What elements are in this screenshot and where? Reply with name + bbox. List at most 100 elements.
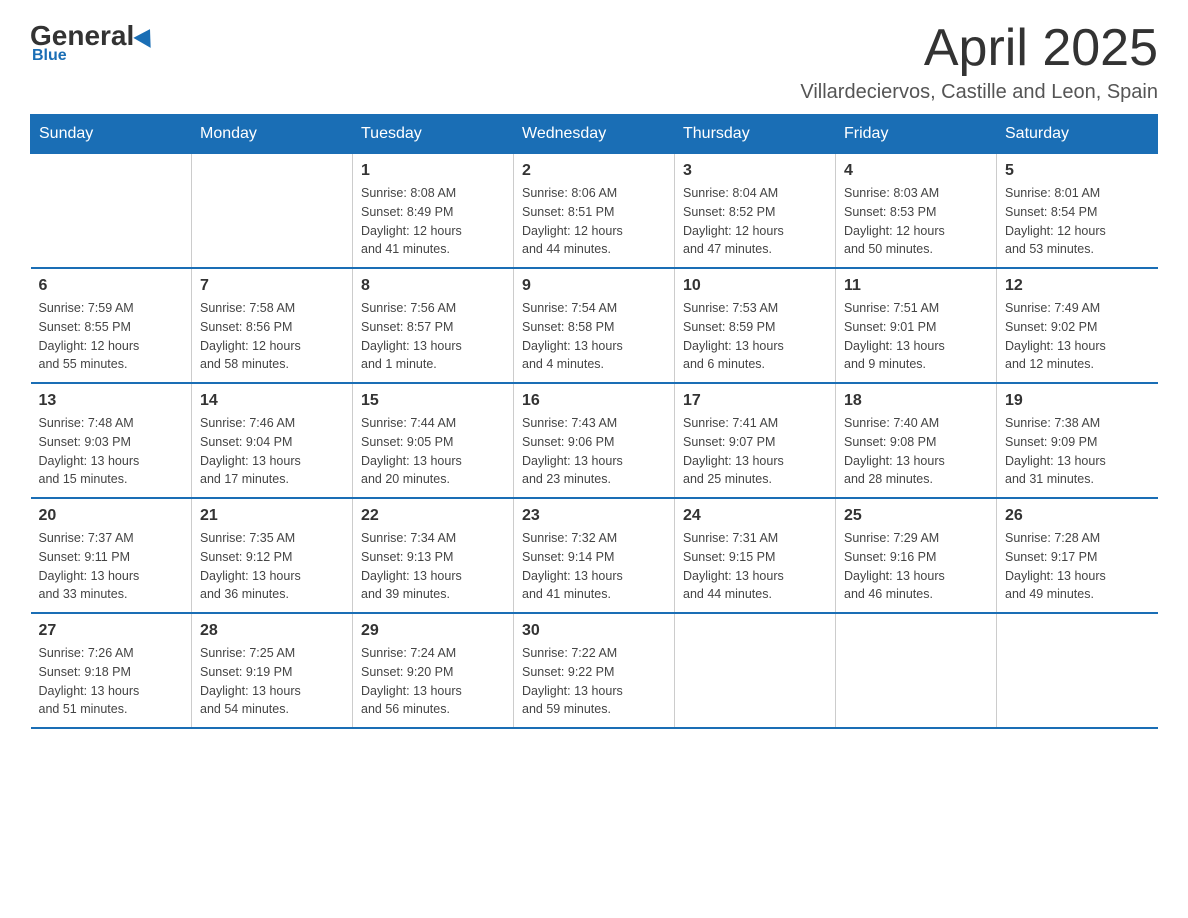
calendar-body: 1 Sunrise: 8:08 AM Sunset: 8:49 PM Daylig… [31,154,1158,729]
day-info: Sunrise: 7:28 AM Sunset: 9:17 PM Dayligh… [1005,529,1150,604]
week-row-1: 1 Sunrise: 8:08 AM Sunset: 8:49 PM Daylig… [31,154,1158,269]
day-number: 28 [200,622,344,640]
calendar-cell-w1-d1 [31,154,192,269]
col-monday: Monday [192,115,353,154]
day-info: Sunrise: 7:37 AM Sunset: 9:11 PM Dayligh… [39,529,184,604]
day-number: 1 [361,162,505,180]
calendar-cell-w1-d3: 1 Sunrise: 8:08 AM Sunset: 8:49 PM Daylig… [353,154,514,269]
col-friday: Friday [836,115,997,154]
day-number: 14 [200,392,344,410]
day-number: 9 [522,277,666,295]
day-info: Sunrise: 8:06 AM Sunset: 8:51 PM Dayligh… [522,184,666,259]
calendar-cell-w1-d2 [192,154,353,269]
calendar-cell-w3-d4: 16 Sunrise: 7:43 AM Sunset: 9:06 PM Dayli… [514,383,675,498]
day-info: Sunrise: 7:43 AM Sunset: 9:06 PM Dayligh… [522,414,666,489]
calendar-cell-w3-d5: 17Sunrise: 7:41 AM Sunset: 9:07 PM Dayli… [675,383,836,498]
calendar-cell-w1-d6: 4Sunrise: 8:03 AM Sunset: 8:53 PM Daylig… [836,154,997,269]
day-info: Sunrise: 8:08 AM Sunset: 8:49 PM Dayligh… [361,184,505,259]
calendar-cell-w2-d6: 11 Sunrise: 7:51 AM Sunset: 9:01 PM Dayli… [836,268,997,383]
day-number: 16 [522,392,666,410]
day-number: 8 [361,277,505,295]
day-info: Sunrise: 7:44 AM Sunset: 9:05 PM Dayligh… [361,414,505,489]
title-area: April 2025 Villardeciervos, Castille and… [800,20,1158,104]
day-info: Sunrise: 7:56 AM Sunset: 8:57 PM Dayligh… [361,299,505,374]
calendar-cell-w4-d6: 25Sunrise: 7:29 AM Sunset: 9:16 PM Dayli… [836,498,997,613]
col-sunday: Sunday [31,115,192,154]
day-info: Sunrise: 7:25 AM Sunset: 9:19 PM Dayligh… [200,644,344,719]
calendar-cell-w5-d4: 30 Sunrise: 7:22 AM Sunset: 9:22 PM Dayli… [514,613,675,728]
day-info: Sunrise: 7:59 AM Sunset: 8:55 PM Dayligh… [39,299,184,374]
day-number: 7 [200,277,344,295]
day-number: 5 [1005,162,1150,180]
day-info: Sunrise: 7:24 AM Sunset: 9:20 PM Dayligh… [361,644,505,719]
week-row-5: 27 Sunrise: 7:26 AM Sunset: 9:18 PM Dayli… [31,613,1158,728]
week-row-4: 20Sunrise: 7:37 AM Sunset: 9:11 PM Dayli… [31,498,1158,613]
day-info: Sunrise: 7:53 AM Sunset: 8:59 PM Dayligh… [683,299,827,374]
calendar-cell-w2-d5: 10 Sunrise: 7:53 AM Sunset: 8:59 PM Dayli… [675,268,836,383]
calendar-cell-w3-d2: 14Sunrise: 7:46 AM Sunset: 9:04 PM Dayli… [192,383,353,498]
day-number: 21 [200,507,344,525]
day-number: 6 [39,277,184,295]
week-row-2: 6 Sunrise: 7:59 AM Sunset: 8:55 PM Daylig… [31,268,1158,383]
calendar-cell-w2-d3: 8 Sunrise: 7:56 AM Sunset: 8:57 PM Daylig… [353,268,514,383]
col-wednesday: Wednesday [514,115,675,154]
day-info: Sunrise: 7:34 AM Sunset: 9:13 PM Dayligh… [361,529,505,604]
day-info: Sunrise: 7:48 AM Sunset: 9:03 PM Dayligh… [39,414,184,489]
day-number: 17 [683,392,827,410]
calendar-cell-w5-d5 [675,613,836,728]
calendar-cell-w5-d1: 27 Sunrise: 7:26 AM Sunset: 9:18 PM Dayli… [31,613,192,728]
day-number: 26 [1005,507,1150,525]
day-info: Sunrise: 7:35 AM Sunset: 9:12 PM Dayligh… [200,529,344,604]
day-number: 24 [683,507,827,525]
day-number: 13 [39,392,184,410]
day-info: Sunrise: 7:26 AM Sunset: 9:18 PM Dayligh… [39,644,184,719]
col-thursday: Thursday [675,115,836,154]
week-row-3: 13 Sunrise: 7:48 AM Sunset: 9:03 PM Dayli… [31,383,1158,498]
day-info: Sunrise: 7:31 AM Sunset: 9:15 PM Dayligh… [683,529,827,604]
calendar-cell-w3-d7: 19 Sunrise: 7:38 AM Sunset: 9:09 PM Dayli… [997,383,1158,498]
day-info: Sunrise: 7:40 AM Sunset: 9:08 PM Dayligh… [844,414,988,489]
calendar-cell-w2-d2: 7Sunrise: 7:58 AM Sunset: 8:56 PM Daylig… [192,268,353,383]
day-number: 3 [683,162,827,180]
day-info: Sunrise: 7:22 AM Sunset: 9:22 PM Dayligh… [522,644,666,719]
calendar-cell-w3-d6: 18 Sunrise: 7:40 AM Sunset: 9:08 PM Dayli… [836,383,997,498]
location-subtitle: Villardeciervos, Castille and Leon, Spai… [800,81,1158,104]
calendar-cell-w1-d4: 2Sunrise: 8:06 AM Sunset: 8:51 PM Daylig… [514,154,675,269]
header: General Blue April 2025 Villardeciervos,… [30,20,1158,104]
calendar-cell-w4-d5: 24 Sunrise: 7:31 AM Sunset: 9:15 PM Dayli… [675,498,836,613]
day-number: 12 [1005,277,1150,295]
day-number: 23 [522,507,666,525]
day-number: 4 [844,162,988,180]
calendar-cell-w4-d3: 22 Sunrise: 7:34 AM Sunset: 9:13 PM Dayli… [353,498,514,613]
calendar-cell-w2-d7: 12 Sunrise: 7:49 AM Sunset: 9:02 PM Dayli… [997,268,1158,383]
day-info: Sunrise: 8:01 AM Sunset: 8:54 PM Dayligh… [1005,184,1150,259]
calendar-cell-w3-d3: 15 Sunrise: 7:44 AM Sunset: 9:05 PM Dayli… [353,383,514,498]
day-number: 18 [844,392,988,410]
month-year-title: April 2025 [800,20,1158,77]
calendar-table: Sunday Monday Tuesday Wednesday Thursday… [30,114,1158,729]
calendar-cell-w4-d2: 21 Sunrise: 7:35 AM Sunset: 9:12 PM Dayli… [192,498,353,613]
day-number: 22 [361,507,505,525]
day-number: 19 [1005,392,1150,410]
calendar-cell-w2-d1: 6 Sunrise: 7:59 AM Sunset: 8:55 PM Daylig… [31,268,192,383]
calendar-cell-w5-d6 [836,613,997,728]
day-info: Sunrise: 7:51 AM Sunset: 9:01 PM Dayligh… [844,299,988,374]
day-number: 27 [39,622,184,640]
day-info: Sunrise: 7:49 AM Sunset: 9:02 PM Dayligh… [1005,299,1150,374]
day-number: 30 [522,622,666,640]
col-saturday: Saturday [997,115,1158,154]
day-number: 11 [844,277,988,295]
day-info: Sunrise: 7:38 AM Sunset: 9:09 PM Dayligh… [1005,414,1150,489]
calendar-cell-w4-d1: 20Sunrise: 7:37 AM Sunset: 9:11 PM Dayli… [31,498,192,613]
day-number: 15 [361,392,505,410]
header-row: Sunday Monday Tuesday Wednesday Thursday… [31,115,1158,154]
day-info: Sunrise: 8:04 AM Sunset: 8:52 PM Dayligh… [683,184,827,259]
calendar-cell-w5-d2: 28 Sunrise: 7:25 AM Sunset: 9:19 PM Dayli… [192,613,353,728]
day-info: Sunrise: 7:32 AM Sunset: 9:14 PM Dayligh… [522,529,666,604]
col-tuesday: Tuesday [353,115,514,154]
day-number: 10 [683,277,827,295]
calendar-cell-w1-d5: 3 Sunrise: 8:04 AM Sunset: 8:52 PM Daylig… [675,154,836,269]
day-info: Sunrise: 7:29 AM Sunset: 9:16 PM Dayligh… [844,529,988,604]
calendar-cell-w4-d7: 26 Sunrise: 7:28 AM Sunset: 9:17 PM Dayli… [997,498,1158,613]
day-number: 29 [361,622,505,640]
